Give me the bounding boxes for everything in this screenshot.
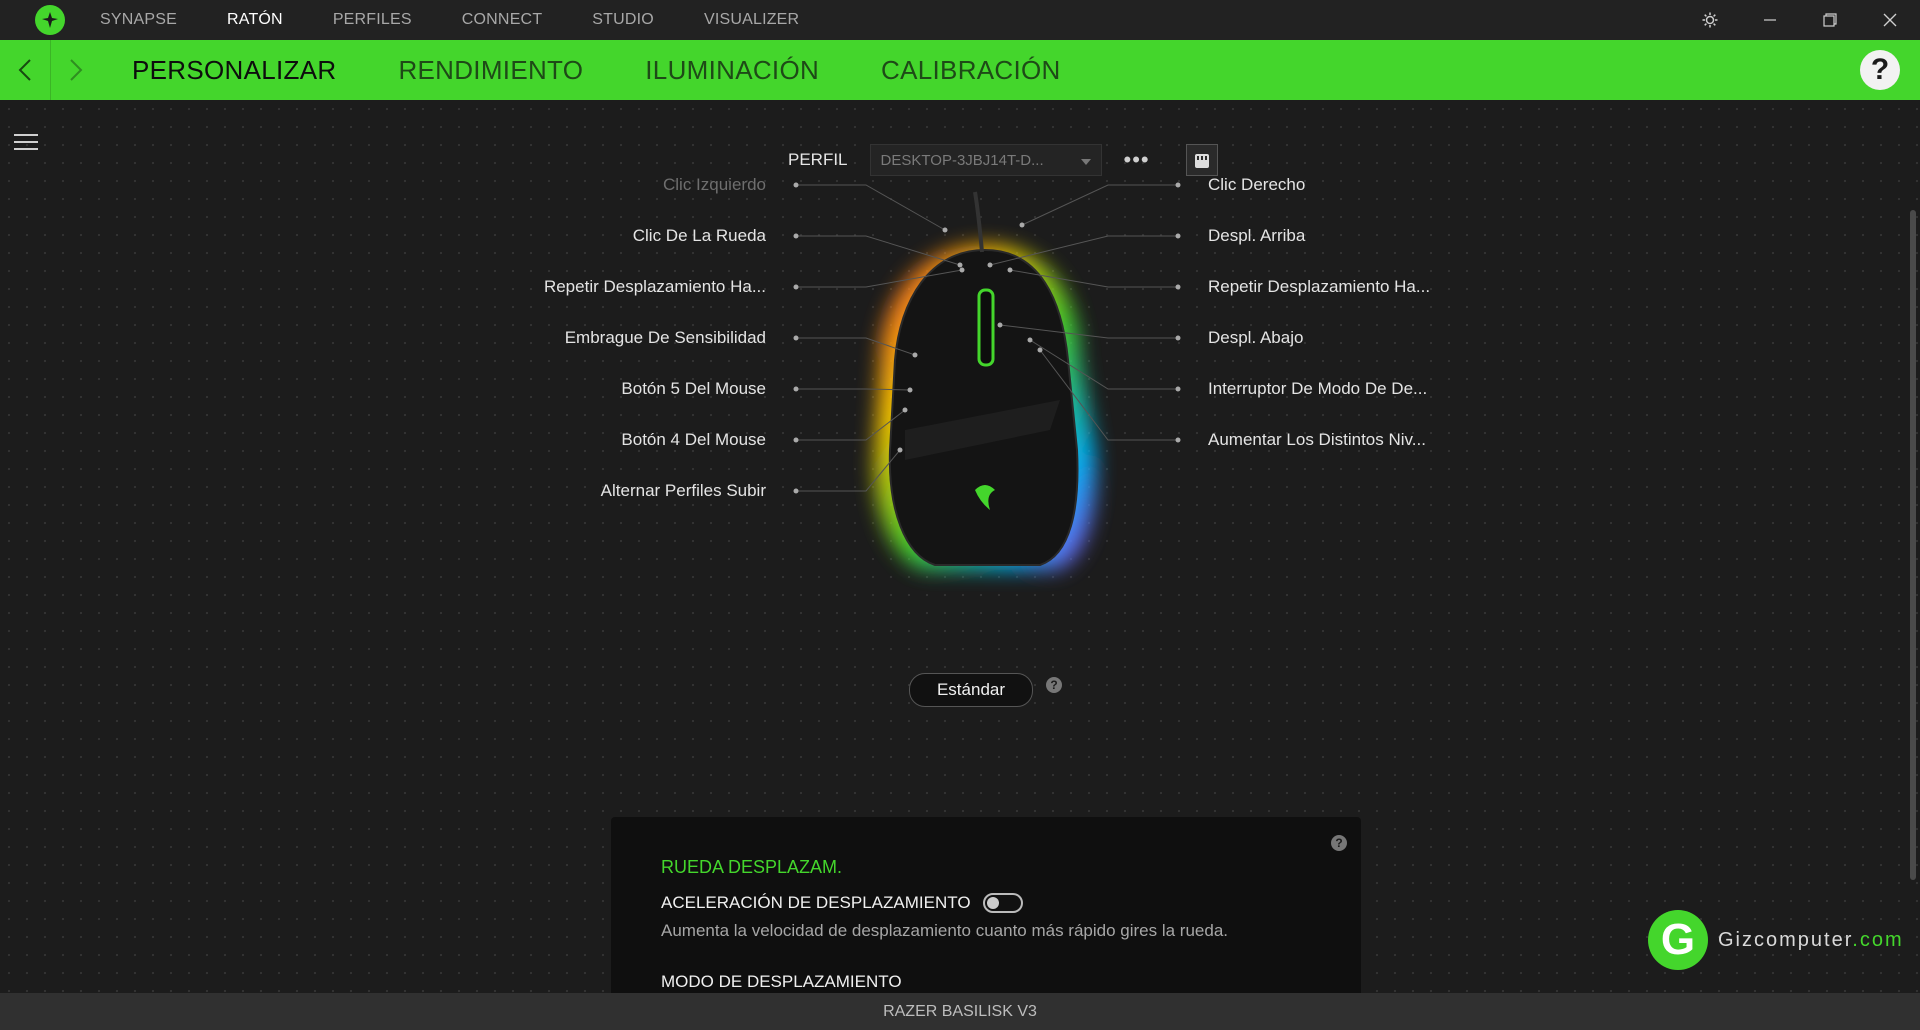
device-name: RAZER BASILISK V3 — [883, 1002, 1037, 1020]
connector-dot — [907, 387, 913, 393]
button-label-boton4[interactable]: Botón 4 Del Mouse — [506, 430, 766, 450]
button-label-clic-derecho[interactable]: Clic Derecho — [1208, 175, 1305, 195]
connector-dot — [793, 488, 799, 494]
tab-rendimiento[interactable]: RENDIMIENTO — [398, 55, 583, 86]
scrollbar[interactable] — [1910, 210, 1916, 880]
restore-icon[interactable] — [1800, 0, 1860, 40]
sub-tabs: PERSONALIZAR RENDIMIENTO ILUMINACIÓN CAL… — [132, 55, 1123, 86]
button-label-repetir-izq[interactable]: Repetir Desplazamiento Ha... — [506, 277, 766, 297]
accel-row: ACELERACIÓN DE DESPLAZAMIENTO — [661, 893, 1023, 913]
gear-icon[interactable] — [1680, 0, 1740, 40]
panel-help-icon[interactable]: ? — [1331, 835, 1347, 851]
button-label-clic-izquierdo[interactable]: Clic Izquierdo — [506, 175, 766, 195]
watermark-domain: .com — [1852, 928, 1904, 951]
top-nav: SYNAPSE RATÓN PERFILES CONNECT STUDIO VI… — [100, 0, 849, 40]
button-label-interruptor-modo[interactable]: Interruptor De Modo De De... — [1208, 379, 1427, 399]
watermark-name: Gizcomputer — [1718, 928, 1853, 951]
status-bar: RAZER BASILISK V3 — [0, 993, 1920, 1030]
connector-dot — [1027, 337, 1033, 343]
connector-dot — [1175, 182, 1181, 188]
connector-dot — [793, 335, 799, 341]
preset-button[interactable]: Estándar — [909, 673, 1033, 707]
accel-label: ACELERACIÓN DE DESPLAZAMIENTO — [661, 893, 971, 912]
nav-studio[interactable]: STUDIO — [592, 11, 654, 29]
connector-dot — [997, 322, 1003, 328]
connector-dot — [793, 233, 799, 239]
connector-dot — [1007, 267, 1013, 273]
button-label-boton5[interactable]: Botón 5 Del Mouse — [506, 379, 766, 399]
nav-visualizer[interactable]: VISUALIZER — [704, 11, 799, 29]
toggle-knob — [986, 897, 999, 909]
nav-connect[interactable]: CONNECT — [462, 11, 543, 29]
minimize-icon[interactable] — [1740, 0, 1800, 40]
panel-title: RUEDA DESPLAZAM. — [661, 857, 843, 877]
help-icon[interactable]: ? — [1860, 50, 1900, 90]
connector-dot — [793, 386, 799, 392]
connector-dot — [1175, 386, 1181, 392]
connector-dot — [1019, 222, 1025, 228]
preset-help-icon[interactable]: ? — [1046, 677, 1062, 693]
chevron-left-icon[interactable] — [0, 40, 50, 100]
watermark: G Gizcomputer.com — [1648, 910, 1904, 970]
connector-dot — [942, 227, 948, 233]
connector-dot — [957, 262, 963, 268]
connector-dot — [793, 437, 799, 443]
connector-dot — [987, 262, 993, 268]
title-bar: SYNAPSE RATÓN PERFILES CONNECT STUDIO VI… — [0, 0, 1920, 40]
connector-line — [796, 388, 911, 391]
connector-dot — [912, 352, 918, 358]
watermark-text: Gizcomputer.com — [1718, 929, 1904, 952]
connector-dot — [897, 447, 903, 453]
tab-iluminacion[interactable]: ILUMINACIÓN — [645, 55, 819, 86]
connector-dot — [1037, 347, 1043, 353]
connector-line — [1021, 184, 1178, 226]
main-area: PERFIL DESKTOP-3JBJ14T-D... ••• Clic Izq… — [0, 100, 1920, 993]
chevron-right-icon[interactable] — [51, 40, 101, 100]
tab-personalizar[interactable]: PERSONALIZAR — [132, 55, 336, 86]
connector-dot — [1175, 437, 1181, 443]
button-label-clic-rueda[interactable]: Clic De La Rueda — [506, 226, 766, 246]
sub-nav: PERSONALIZAR RENDIMIENTO ILUMINACIÓN CAL… — [0, 40, 1920, 100]
button-label-embrague[interactable]: Embrague De Sensibilidad — [506, 328, 766, 348]
connector-dot — [902, 407, 908, 413]
nav-raton[interactable]: RATÓN — [227, 11, 283, 29]
nav-perfiles[interactable]: PERFILES — [333, 11, 412, 29]
accel-toggle[interactable] — [982, 893, 1023, 913]
scroll-wheel-panel: ? RUEDA DESPLAZAM. ACELERACIÓN DE DESPLA… — [611, 817, 1361, 993]
gizcomputer-logo-icon: G — [1648, 910, 1708, 970]
button-label-despl-arriba[interactable]: Despl. Arriba — [1208, 226, 1305, 246]
connector-line — [796, 184, 946, 231]
close-icon[interactable] — [1860, 0, 1920, 40]
button-label-alternar-perfiles[interactable]: Alternar Perfiles Subir — [506, 481, 766, 501]
connector-dot — [959, 267, 965, 273]
button-label-despl-abajo[interactable]: Despl. Abajo — [1208, 328, 1303, 348]
nav-synapse[interactable]: SYNAPSE — [100, 11, 177, 29]
button-label-repetir-der[interactable]: Repetir Desplazamiento Ha... — [1208, 277, 1430, 297]
connector-dot — [1175, 284, 1181, 290]
window-controls — [1680, 0, 1920, 40]
scroll-mode-label: MODO DE DESPLAZAMIENTO — [661, 972, 902, 991]
razer-logo-icon[interactable] — [35, 5, 65, 35]
connector-dot — [793, 182, 799, 188]
connector-dot — [1175, 233, 1181, 239]
button-label-aumentar-niveles[interactable]: Aumentar Los Distintos Niv... — [1208, 430, 1426, 450]
accel-description: Aumenta la velocidad de desplazamiento c… — [661, 921, 1229, 940]
connector-dot — [793, 284, 799, 290]
tab-calibracion[interactable]: CALIBRACIÓN — [881, 55, 1061, 86]
connector-dot — [1175, 335, 1181, 341]
